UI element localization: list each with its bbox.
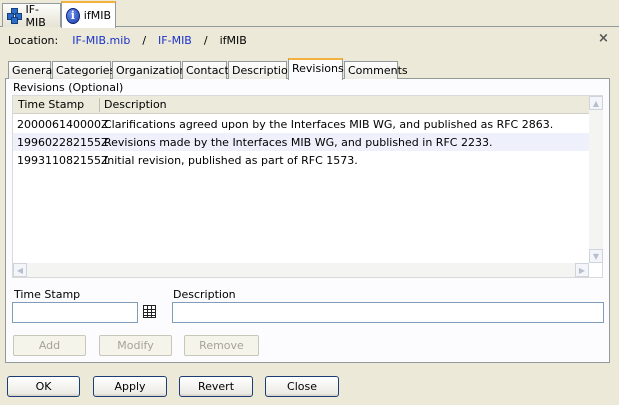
breadcrumb-file-link[interactable]: IF-MIB.mib — [72, 34, 130, 47]
description-label: Description — [173, 288, 236, 301]
column-divider[interactable] — [99, 98, 100, 112]
revert-button[interactable]: Revert — [179, 376, 253, 397]
scroll-left-icon[interactable]: ◀ — [13, 263, 27, 277]
editor-tab-label: ifMIB — [83, 9, 111, 22]
editor-tab-if-mib[interactable]: IF-MIB — [2, 2, 61, 29]
time-stamp-label: Time Stamp — [14, 288, 81, 301]
cell-description: Initial revision, published as part of R… — [104, 154, 358, 167]
vertical-scrollbar[interactable]: ▲ ▼ — [589, 96, 603, 263]
close-icon[interactable]: × — [598, 31, 609, 46]
horizontal-scrollbar[interactable]: ◀ ▶ — [13, 263, 589, 277]
table-row[interactable]: 199311082155Z Initial revision, publishe… — [13, 151, 589, 169]
time-stamp-input[interactable] — [12, 302, 138, 323]
cell-time-stamp: 199602282155Z — [17, 136, 109, 149]
scroll-up-icon[interactable]: ▲ — [589, 96, 603, 110]
editor-tab-bar: IF-MIB i ifMIB — [0, 0, 619, 29]
mib-module-icon — [7, 7, 22, 24]
description-input[interactable] — [172, 302, 604, 323]
breadcrumb-module-link[interactable]: IF-MIB — [158, 34, 192, 47]
revisions-table: Time Stamp Description 200006140000Z Cla… — [12, 95, 603, 278]
close-button[interactable]: Close — [265, 376, 339, 397]
table-row[interactable]: 200006140000Z Clarifications agreed upon… — [13, 115, 589, 133]
tab-general[interactable]: General — [8, 61, 55, 79]
location-breadcrumb: Location: IF-MIB.mib / IF-MIB / ifMIB — [8, 33, 247, 47]
column-header-time-stamp[interactable]: Time Stamp — [18, 98, 84, 111]
breadcrumb-current: ifMIB — [219, 33, 247, 47]
add-button[interactable]: Add — [13, 335, 86, 356]
breadcrumb-separator: / — [203, 33, 208, 47]
tab-contact[interactable]: Contact — [182, 61, 229, 79]
scroll-right-icon[interactable]: ▶ — [575, 263, 589, 277]
tab-categories[interactable]: Categories — [52, 61, 115, 79]
cell-time-stamp: 200006140000Z — [17, 118, 109, 131]
ok-button[interactable]: OK — [7, 376, 80, 397]
remove-button[interactable]: Remove — [184, 335, 259, 356]
revisions-section-label: Revisions (Optional) — [13, 81, 124, 94]
modify-button[interactable]: Modify — [99, 335, 172, 356]
info-icon: i — [66, 7, 80, 24]
tab-organization[interactable]: Organization — [112, 61, 186, 79]
calendar-icon[interactable] — [143, 305, 156, 318]
tab-comments[interactable]: Comments — [344, 61, 408, 79]
tab-revisions[interactable]: Revisions — [288, 58, 344, 80]
editor-tab-ifmib[interactable]: i ifMIB — [61, 1, 116, 28]
editor-tab-label: IF-MIB — [25, 2, 46, 29]
scroll-down-icon[interactable]: ▼ — [589, 249, 603, 263]
breadcrumb-separator: / — [142, 33, 147, 47]
location-label: Location: — [8, 33, 59, 47]
cell-time-stamp: 199311082155Z — [17, 154, 109, 167]
table-header: Time Stamp Description — [13, 96, 589, 114]
cell-description: Revisions made by the Interfaces MIB WG,… — [104, 136, 493, 149]
apply-button[interactable]: Apply — [93, 376, 167, 397]
cell-description: Clarifications agreed upon by the Interf… — [104, 118, 554, 131]
table-row[interactable]: 199602282155Z Revisions made by the Inte… — [13, 133, 589, 151]
column-header-description[interactable]: Description — [104, 98, 167, 111]
tab-description[interactable]: Description — [228, 61, 295, 79]
